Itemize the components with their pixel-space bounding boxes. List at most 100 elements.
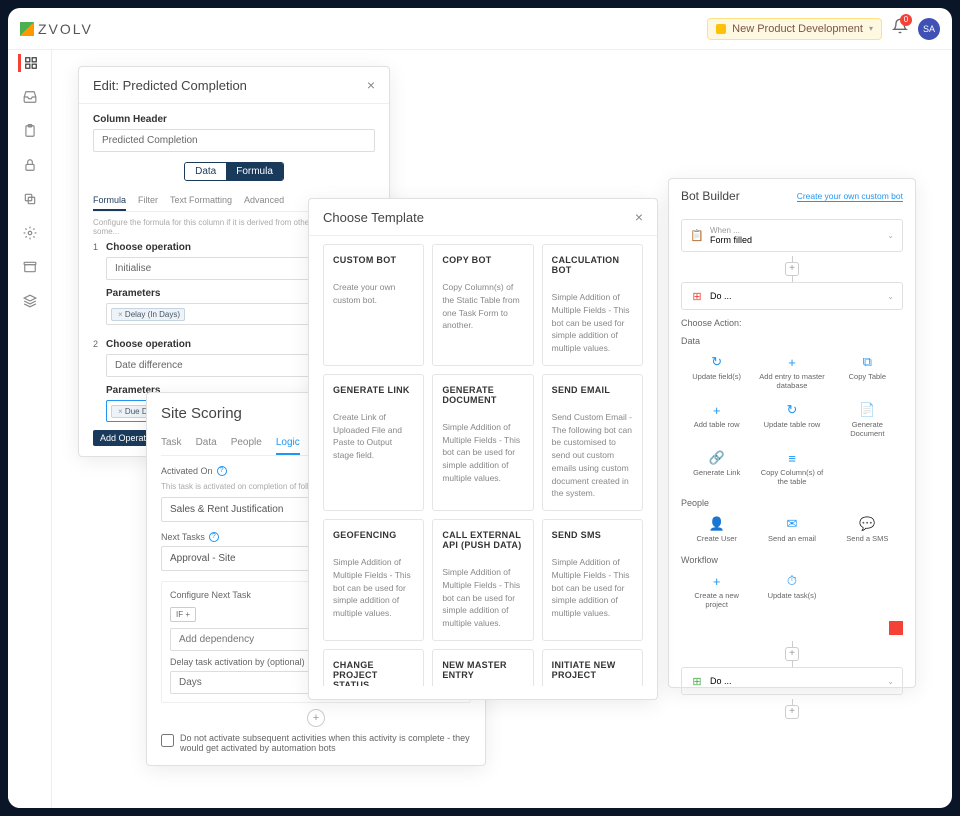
action-generate-link[interactable]: 🔗Generate Link xyxy=(681,446,752,490)
template-card[interactable]: GENERATE DOCUMENTSimple Addition of Mult… xyxy=(432,374,533,511)
action-generate-document[interactable]: 📄Generate Document xyxy=(832,398,903,442)
info-icon[interactable]: ? xyxy=(217,466,227,476)
template-card[interactable]: SEND SMSSimple Addition of Multiple Fiel… xyxy=(542,519,643,641)
nav-inbox[interactable] xyxy=(20,88,40,106)
action-icon: + xyxy=(708,573,726,589)
do-step-2[interactable]: ⊞ Do ... ⌄ xyxy=(681,667,903,695)
action-label: Update field(s) xyxy=(683,372,750,381)
template-card[interactable]: INITIATE NEW PROJECTSimple Addition of M… xyxy=(542,649,643,686)
toggle-data[interactable]: Data xyxy=(185,163,226,180)
template-title: CALL EXTERNAL API (PUSH DATA) xyxy=(442,530,523,550)
template-card[interactable]: GEOFENCING Simple Addition of Multiple Fi… xyxy=(323,519,424,641)
nav-layers[interactable] xyxy=(20,292,40,310)
template-card[interactable]: NEW MASTER ENTRYSimple Addition of Multi… xyxy=(432,649,533,686)
action-icon: ↻ xyxy=(708,354,726,370)
template-card[interactable]: COPY BOTCopy Column(s) of the Static Tab… xyxy=(432,244,533,366)
nav-clipboard[interactable] xyxy=(20,122,40,140)
grid-icon: ⊞ xyxy=(690,289,704,303)
bot-builder-panel: Bot Builder Create your own custom bot 📋… xyxy=(668,178,916,688)
choose-template-modal: Choose Template × CUSTOM BOTCreate your … xyxy=(308,198,658,700)
nav-archive[interactable] xyxy=(20,258,40,276)
project-selector[interactable]: New Product Development ▾ xyxy=(707,18,882,40)
action-icon: 👤 xyxy=(708,516,726,532)
template-card[interactable]: CALCULATION BOTSimple Addition of Multip… xyxy=(542,244,643,366)
remove-tag-icon[interactable]: × xyxy=(118,407,123,416)
template-card[interactable]: CUSTOM BOTCreate your own custom bot. xyxy=(323,244,424,366)
tab-data[interactable]: Data xyxy=(196,432,217,455)
grid-icon: ⊞ xyxy=(690,674,704,688)
tab-task[interactable]: Task xyxy=(161,432,182,455)
user-avatar[interactable]: SA xyxy=(918,18,940,40)
column-header-label: Column Header xyxy=(93,114,375,125)
template-desc: Create Link of Uploaded File and Paste t… xyxy=(333,411,414,462)
action-add-entry-to-master-database[interactable]: +Add entry to master database xyxy=(756,350,827,394)
sidebar xyxy=(8,50,52,808)
action-label: Send a SMS xyxy=(834,534,901,543)
nav-settings[interactable] xyxy=(20,224,40,242)
op-number: 2 xyxy=(93,339,98,422)
template-title: NEW MASTER ENTRY xyxy=(442,660,523,680)
template-card[interactable]: CALL EXTERNAL API (PUSH DATA)Simple Addi… xyxy=(432,519,533,641)
action-label: Generate Link xyxy=(683,468,750,477)
template-desc: Send Custom Email - The following bot ca… xyxy=(552,411,633,500)
template-title: GENERATE LINK xyxy=(333,385,414,395)
action-icon: 💬 xyxy=(858,516,876,532)
nav-copy[interactable] xyxy=(20,190,40,208)
action-icon: ↻ xyxy=(783,402,801,418)
action-send-an-email[interactable]: ✉Send an email xyxy=(756,512,827,547)
tab-people[interactable]: People xyxy=(231,432,262,455)
close-icon[interactable]: × xyxy=(367,77,375,93)
brand-text: ZVOLV xyxy=(38,21,93,37)
action-label: Create User xyxy=(683,534,750,543)
data-section-label: Data xyxy=(681,336,903,346)
notifications-button[interactable]: 0 xyxy=(892,18,908,39)
action-create-user[interactable]: 👤 Create User xyxy=(681,512,752,547)
action-create-a-new-project[interactable]: +Create a new project xyxy=(681,569,752,613)
action-update-table-row[interactable]: ↻Update table row xyxy=(756,398,827,442)
template-title: GEOFENCING xyxy=(333,530,414,540)
add-next-task-button[interactable]: + xyxy=(307,709,325,727)
notification-badge: 0 xyxy=(900,14,912,26)
create-custom-bot-link[interactable]: Create your own custom bot xyxy=(797,191,903,202)
action-add-table-row[interactable]: +Add table row xyxy=(681,398,752,442)
logo: ZVOLV xyxy=(20,21,93,37)
choose-template-title: Choose Template xyxy=(323,210,424,225)
chevron-down-icon: ⌄ xyxy=(887,292,894,301)
do-step[interactable]: ⊞ Do ... ⌄ xyxy=(681,282,903,310)
action-update-task-s-[interactable]: ⏱Update task(s) xyxy=(756,569,827,613)
template-card[interactable]: CHANGE PROJECT STATUSSimple Addition of … xyxy=(323,649,424,686)
toggle-formula[interactable]: Formula xyxy=(226,163,283,180)
tab-logic[interactable]: Logic xyxy=(276,432,300,455)
action-icon: ⧉ xyxy=(858,354,876,370)
chevron-down-icon: ⌄ xyxy=(887,677,894,686)
info-icon[interactable]: ? xyxy=(209,532,219,542)
when-step[interactable]: 📋 When ...Form filled ⌄ xyxy=(681,219,903,252)
tab-filter[interactable]: Filter xyxy=(138,191,158,211)
tab-text-formatting[interactable]: Text Formatting xyxy=(170,191,232,211)
tab-advanced[interactable]: Advanced xyxy=(244,191,284,211)
column-header-input[interactable] xyxy=(93,129,375,152)
nav-lock[interactable] xyxy=(20,156,40,174)
add-step-button[interactable]: + xyxy=(785,705,799,719)
nav-home[interactable] xyxy=(18,54,38,72)
template-desc: Simple Addition of Multiple Fields - Thi… xyxy=(333,556,414,620)
remove-tag-icon[interactable]: × xyxy=(118,310,123,319)
action-copy-column-s-of-the-table[interactable]: ≡Copy Column(s) of the table xyxy=(756,446,827,490)
add-step-button[interactable]: + xyxy=(785,647,799,661)
template-card[interactable]: GENERATE LINK Create Link of Uploaded Fil… xyxy=(323,374,424,511)
tab-formula[interactable]: Formula xyxy=(93,191,126,211)
action-update-field-s-[interactable]: ↻ Update field(s) xyxy=(681,350,752,394)
do-not-activate-checkbox[interactable] xyxy=(161,734,174,747)
template-card[interactable]: SEND EMAILSend Custom Email - The follow… xyxy=(542,374,643,511)
status-indicator xyxy=(889,621,903,635)
template-desc: Simple Addition of Multiple Fields - Thi… xyxy=(442,421,523,485)
close-icon[interactable]: × xyxy=(635,209,643,225)
add-step-button[interactable]: + xyxy=(785,262,799,276)
action-send-a-sms[interactable]: 💬 Send a SMS xyxy=(832,512,903,547)
action-label: Generate Document xyxy=(834,420,901,438)
action-copy-table[interactable]: ⧉Copy Table xyxy=(832,350,903,394)
if-condition-button[interactable]: IF + xyxy=(170,607,196,622)
project-name: New Product Development xyxy=(732,23,863,35)
action-icon: ≡ xyxy=(783,450,801,466)
action-icon: ✉ xyxy=(783,516,801,532)
